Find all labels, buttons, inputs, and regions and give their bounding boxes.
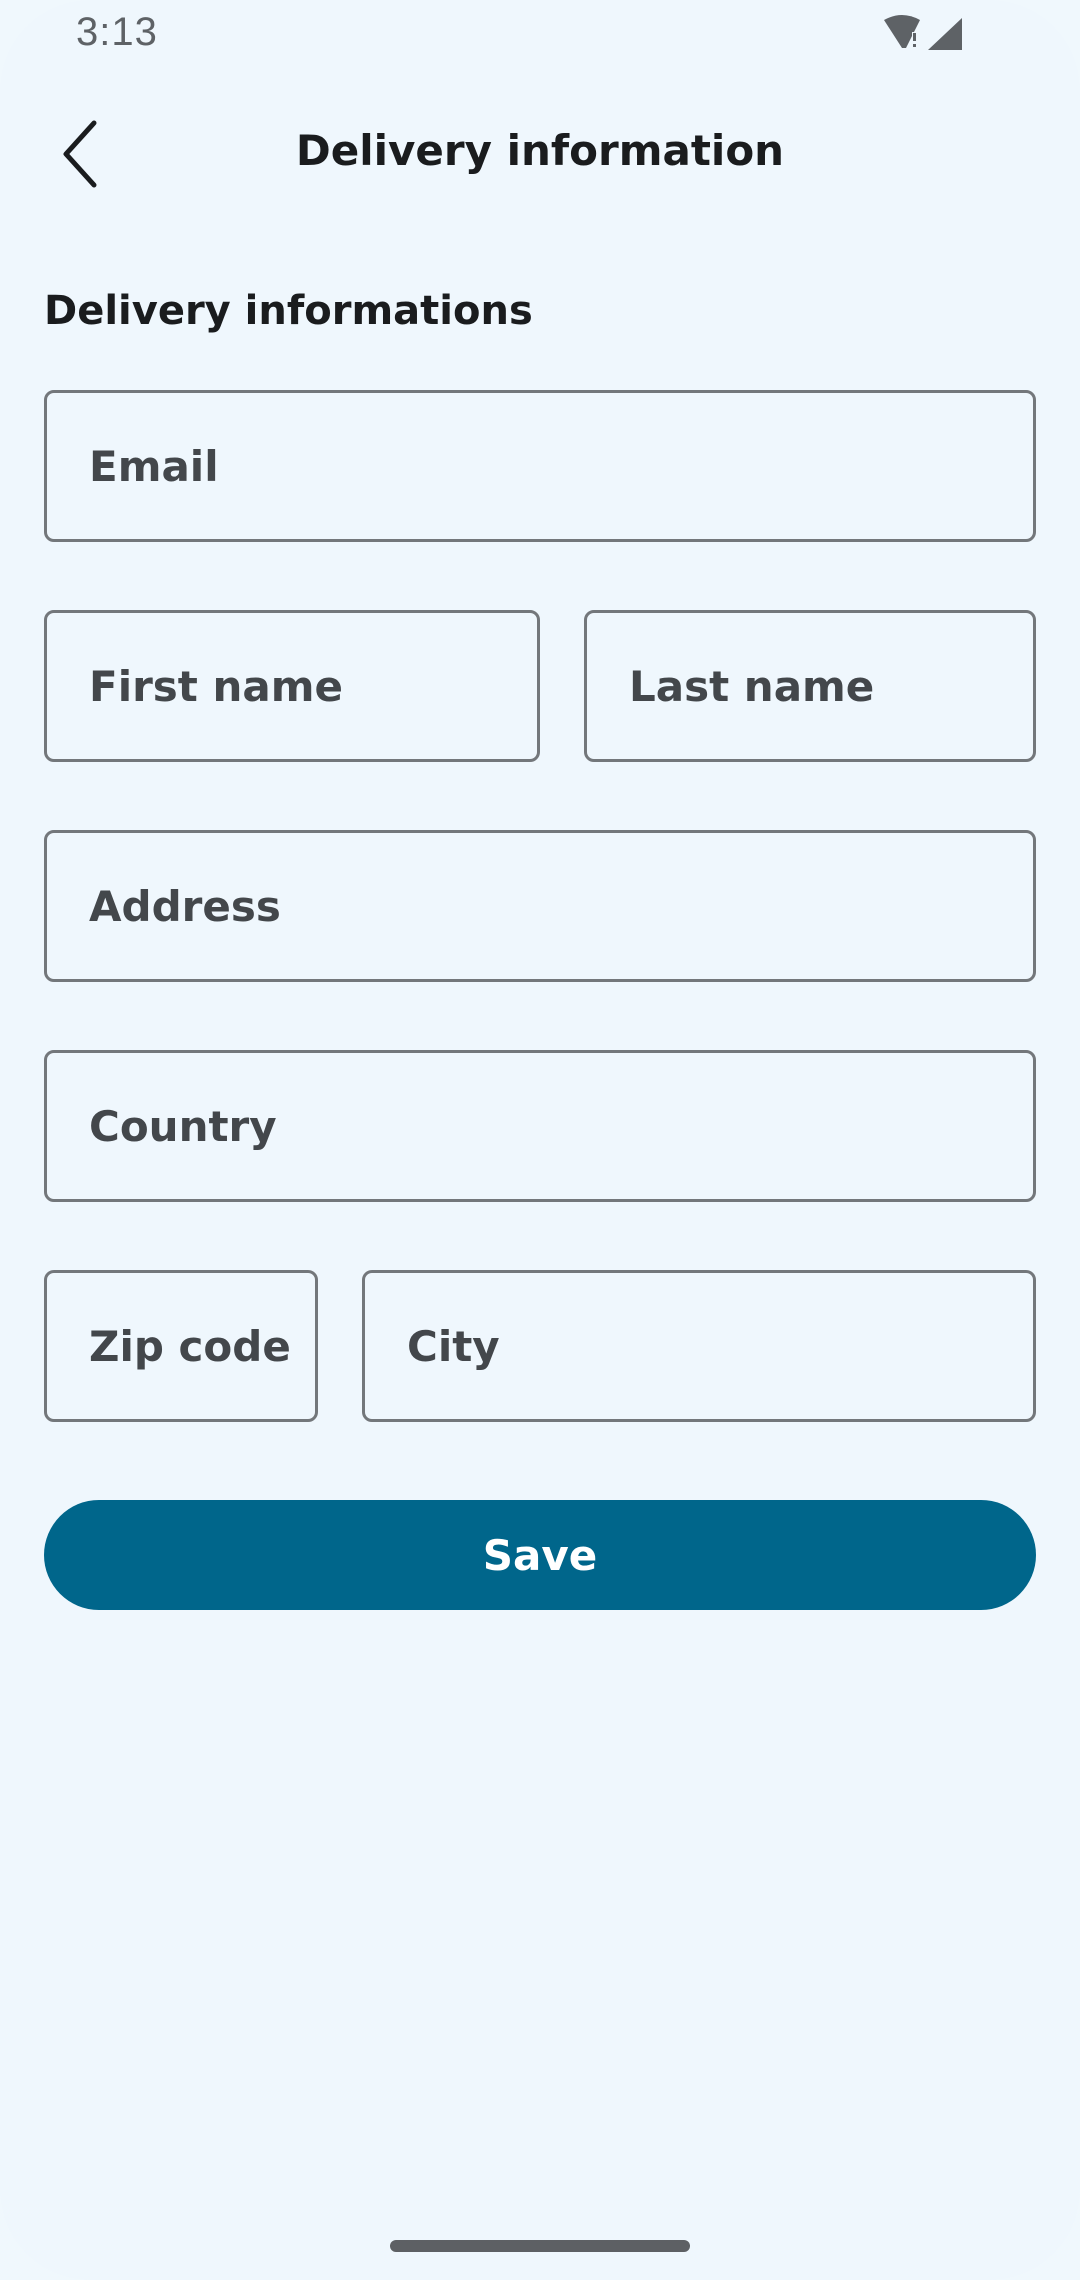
save-button[interactable]: Save [44,1500,1036,1610]
first-name-field-label: First name [89,661,343,711]
last-name-field-label: Last name [629,661,875,711]
address-field[interactable]: Address [44,830,1036,982]
email-field[interactable]: Email [44,390,1036,542]
first-name-field[interactable]: First name [44,610,540,762]
save-button-label: Save [482,1530,598,1580]
home-indicator[interactable] [390,2240,690,2252]
address-field-label: Address [89,881,281,931]
country-field-label: Country [89,1101,277,1151]
country-field[interactable]: Country [44,1050,1036,1202]
zip-code-field[interactable]: Zip code [44,1270,318,1422]
status-icons [880,14,1000,54]
status-time: 3:13 [76,10,158,54]
app-bar: Delivery information [0,100,1080,210]
city-field[interactable]: City [362,1270,1036,1422]
section-title: Delivery informations [44,288,533,334]
screen: 3:13 Delivery information Delivery infor… [0,0,1080,2280]
zip-code-field-label: Zip code [89,1321,291,1371]
page-title: Delivery information [295,126,785,175]
last-name-field[interactable]: Last name [584,610,1036,762]
wifi-alert-icon [884,15,920,48]
status-bar: 3:13 [0,0,1080,72]
email-field-label: Email [89,441,219,491]
cell-signal-icon [928,18,962,50]
city-field-label: City [407,1321,500,1371]
